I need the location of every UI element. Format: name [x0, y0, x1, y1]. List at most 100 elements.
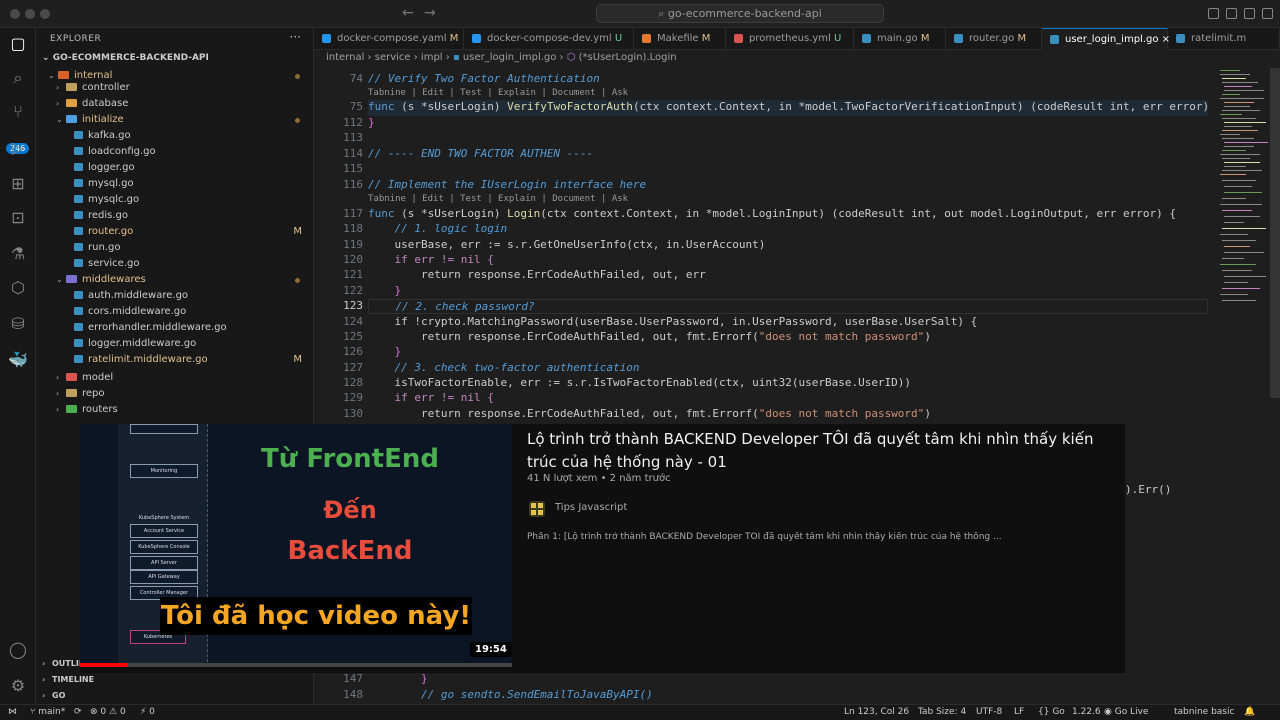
files-icon[interactable]: ▢: [8, 34, 28, 54]
video-title[interactable]: Lộ trình trở thành BACKEND Developer TÔI…: [527, 428, 1122, 474]
forward-arrow-icon[interactable]: →: [424, 5, 436, 21]
go-version[interactable]: 1.22.6: [1072, 705, 1101, 720]
tab-mark: M: [449, 33, 459, 44]
tree-folder-model[interactable]: › model: [36, 370, 313, 386]
editor-scrollbar[interactable]: [1270, 68, 1280, 398]
code-line: if err != nil {: [368, 391, 494, 404]
source-control-icon[interactable]: ⑂: [8, 102, 28, 122]
close-window-icon[interactable]: [10, 9, 20, 19]
cursor-position[interactable]: Ln 123, Col 26: [844, 705, 909, 720]
go-file-icon: [74, 243, 83, 251]
minimize-window-icon[interactable]: [25, 9, 35, 19]
sync-icon[interactable]: ⟳: [74, 705, 82, 720]
codelens[interactable]: Tabnine | Edit | Test | Explain | Docume…: [368, 194, 628, 204]
project-folder[interactable]: ⌄ GO-ECOMMERCE-BACKEND-API: [42, 53, 209, 63]
toggle-panel-icon[interactable]: [1226, 8, 1237, 19]
tree-folder-controller[interactable]: › controller: [36, 80, 313, 96]
back-arrow-icon[interactable]: ←: [402, 5, 414, 21]
containers-icon[interactable]: ⬡: [8, 278, 28, 298]
tree-folder-database[interactable]: › database: [36, 96, 313, 112]
tree-folder-initialize[interactable]: ⌄ initialize: [36, 112, 313, 128]
codelens[interactable]: Tabnine | Edit | Test | Explain | Docume…: [368, 88, 628, 98]
tree-file[interactable]: kafka.go: [36, 128, 313, 144]
tree-file[interactable]: logger.middleware.go: [36, 336, 313, 352]
tab-docker-compose[interactable]: docker-compose.yaml M: [314, 28, 464, 50]
code-token: (ctx context.Context, in *model.TwoFacto…: [632, 100, 1214, 113]
tab-docker-compose-dev[interactable]: docker-compose-dev.yml U: [464, 28, 634, 50]
tree-file[interactable]: loadconfig.go: [36, 144, 313, 160]
tab-user-login-impl[interactable]: user_login_impl.go ×: [1042, 28, 1170, 50]
command-center-search[interactable]: ⌕ go-ecommerce-backend-api: [596, 4, 884, 23]
tree-file[interactable]: mysql.go: [36, 176, 313, 192]
breadcrumb: internal › service › impl › ▪ user_login…: [326, 52, 677, 63]
manage-gear-icon[interactable]: ⚙: [8, 676, 28, 696]
tabnine-status[interactable]: tabnine basic: [1174, 705, 1234, 720]
tree-label: loadconfig.go: [88, 146, 156, 157]
video-card[interactable]: Monitoring KubeSphere System Account Ser…: [80, 424, 1125, 673]
go-file-icon: [74, 323, 83, 331]
code-token: "does not match password": [758, 330, 925, 343]
makefile-icon: [642, 33, 651, 43]
tab-ratelimit[interactable]: ratelimit.m: [1168, 28, 1280, 50]
go-live-button[interactable]: ◉ Go Live: [1104, 705, 1148, 720]
tree-file[interactable]: auth.middleware.go: [36, 288, 313, 304]
tab-size[interactable]: Tab Size: 4: [918, 705, 966, 720]
tree-folder-middlewares[interactable]: ⌄ middlewares: [36, 272, 313, 288]
project-name: GO-ECOMMERCE-BACKEND-API: [52, 53, 209, 63]
maximize-window-icon[interactable]: [40, 9, 50, 19]
language-mode[interactable]: {} Go: [1038, 705, 1065, 720]
tree-folder-repo[interactable]: › repo: [36, 386, 313, 402]
remote-indicator-icon[interactable]: ⋈: [8, 705, 17, 720]
run-debug-icon[interactable]: ▷: [8, 138, 28, 158]
database-icon[interactable]: ⛁: [8, 314, 28, 334]
tab-main-go[interactable]: main.go M: [854, 28, 946, 50]
testing-icon[interactable]: ⚗: [8, 244, 28, 264]
code-token: ): [924, 330, 931, 343]
video-thumbnail[interactable]: Monitoring KubeSphere System Account Ser…: [80, 424, 512, 667]
tree-file[interactable]: redis.go: [36, 208, 313, 224]
timeline-section[interactable]: › TIMELINE: [36, 672, 313, 688]
tree-file[interactable]: mysqlc.go: [36, 192, 313, 208]
toggle-secondary-sidebar-icon[interactable]: [1244, 8, 1255, 19]
notifications-bell-icon[interactable]: 🔔: [1244, 705, 1255, 720]
tree-file[interactable]: run.go: [36, 240, 313, 256]
tab-router-go[interactable]: router.go M: [946, 28, 1042, 50]
go-file-icon: [1050, 34, 1059, 44]
breadcrumb-item[interactable]: internal: [326, 52, 364, 63]
breadcrumb-item[interactable]: service: [375, 52, 411, 63]
channel-name[interactable]: Tips Javascript: [555, 502, 627, 513]
customize-layout-icon[interactable]: [1262, 8, 1273, 19]
channel-avatar[interactable]: [529, 501, 545, 517]
tree-folder-routers[interactable]: › routers: [36, 402, 313, 418]
arch-box: API Server: [130, 556, 198, 570]
branch-indicator[interactable]: ⑂ main*: [30, 705, 65, 720]
line-number: 127: [343, 361, 363, 374]
extensions-icon[interactable]: ⊞: [8, 174, 28, 194]
go-section[interactable]: › GO: [36, 688, 313, 704]
more-actions-icon[interactable]: ···: [290, 30, 301, 44]
tab-mark: M: [701, 33, 711, 44]
breadcrumb-item[interactable]: (*sUserLogin).Login: [579, 52, 677, 63]
account-icon[interactable]: ◯: [8, 640, 28, 660]
tree-file[interactable]: errorhandler.middleware.go: [36, 320, 313, 336]
breadcrumb-item[interactable]: user_login_impl.go: [463, 52, 556, 63]
go-file-icon: [74, 147, 83, 155]
tree-file[interactable]: cors.middleware.go: [36, 304, 313, 320]
activity-bar: ▢ ⌕ ⑂ 246 ▷ ⊞ ⊡ ⚗ ⬡ ⛁ 🐳 ◯ ⚙: [0, 28, 36, 704]
toggle-sidebar-icon[interactable]: [1208, 8, 1219, 19]
breadcrumb-item[interactable]: impl: [421, 52, 443, 63]
search-icon[interactable]: ⌕: [8, 68, 28, 88]
file-encoding[interactable]: UTF-8: [976, 705, 1002, 720]
tree-file[interactable]: logger.go: [36, 160, 313, 176]
line-ending[interactable]: LF: [1014, 705, 1024, 720]
tab-makefile[interactable]: Makefile M: [634, 28, 726, 50]
tree-file[interactable]: router.go M: [36, 224, 313, 240]
ports-indicator[interactable]: ⚡ 0: [140, 705, 155, 720]
tree-file[interactable]: service.go: [36, 256, 313, 272]
remote-explorer-icon[interactable]: ⊡: [8, 208, 28, 228]
tab-prometheus[interactable]: prometheus.yml U: [726, 28, 854, 50]
code-line: // ---- END TWO FACTOR AUTHEN ----: [368, 147, 594, 160]
docker-icon[interactable]: 🐳: [8, 350, 28, 370]
tree-file[interactable]: ratelimit.middleware.go M: [36, 352, 313, 368]
problems-indicator[interactable]: ⊗ 0 ⚠ 0: [90, 705, 126, 720]
